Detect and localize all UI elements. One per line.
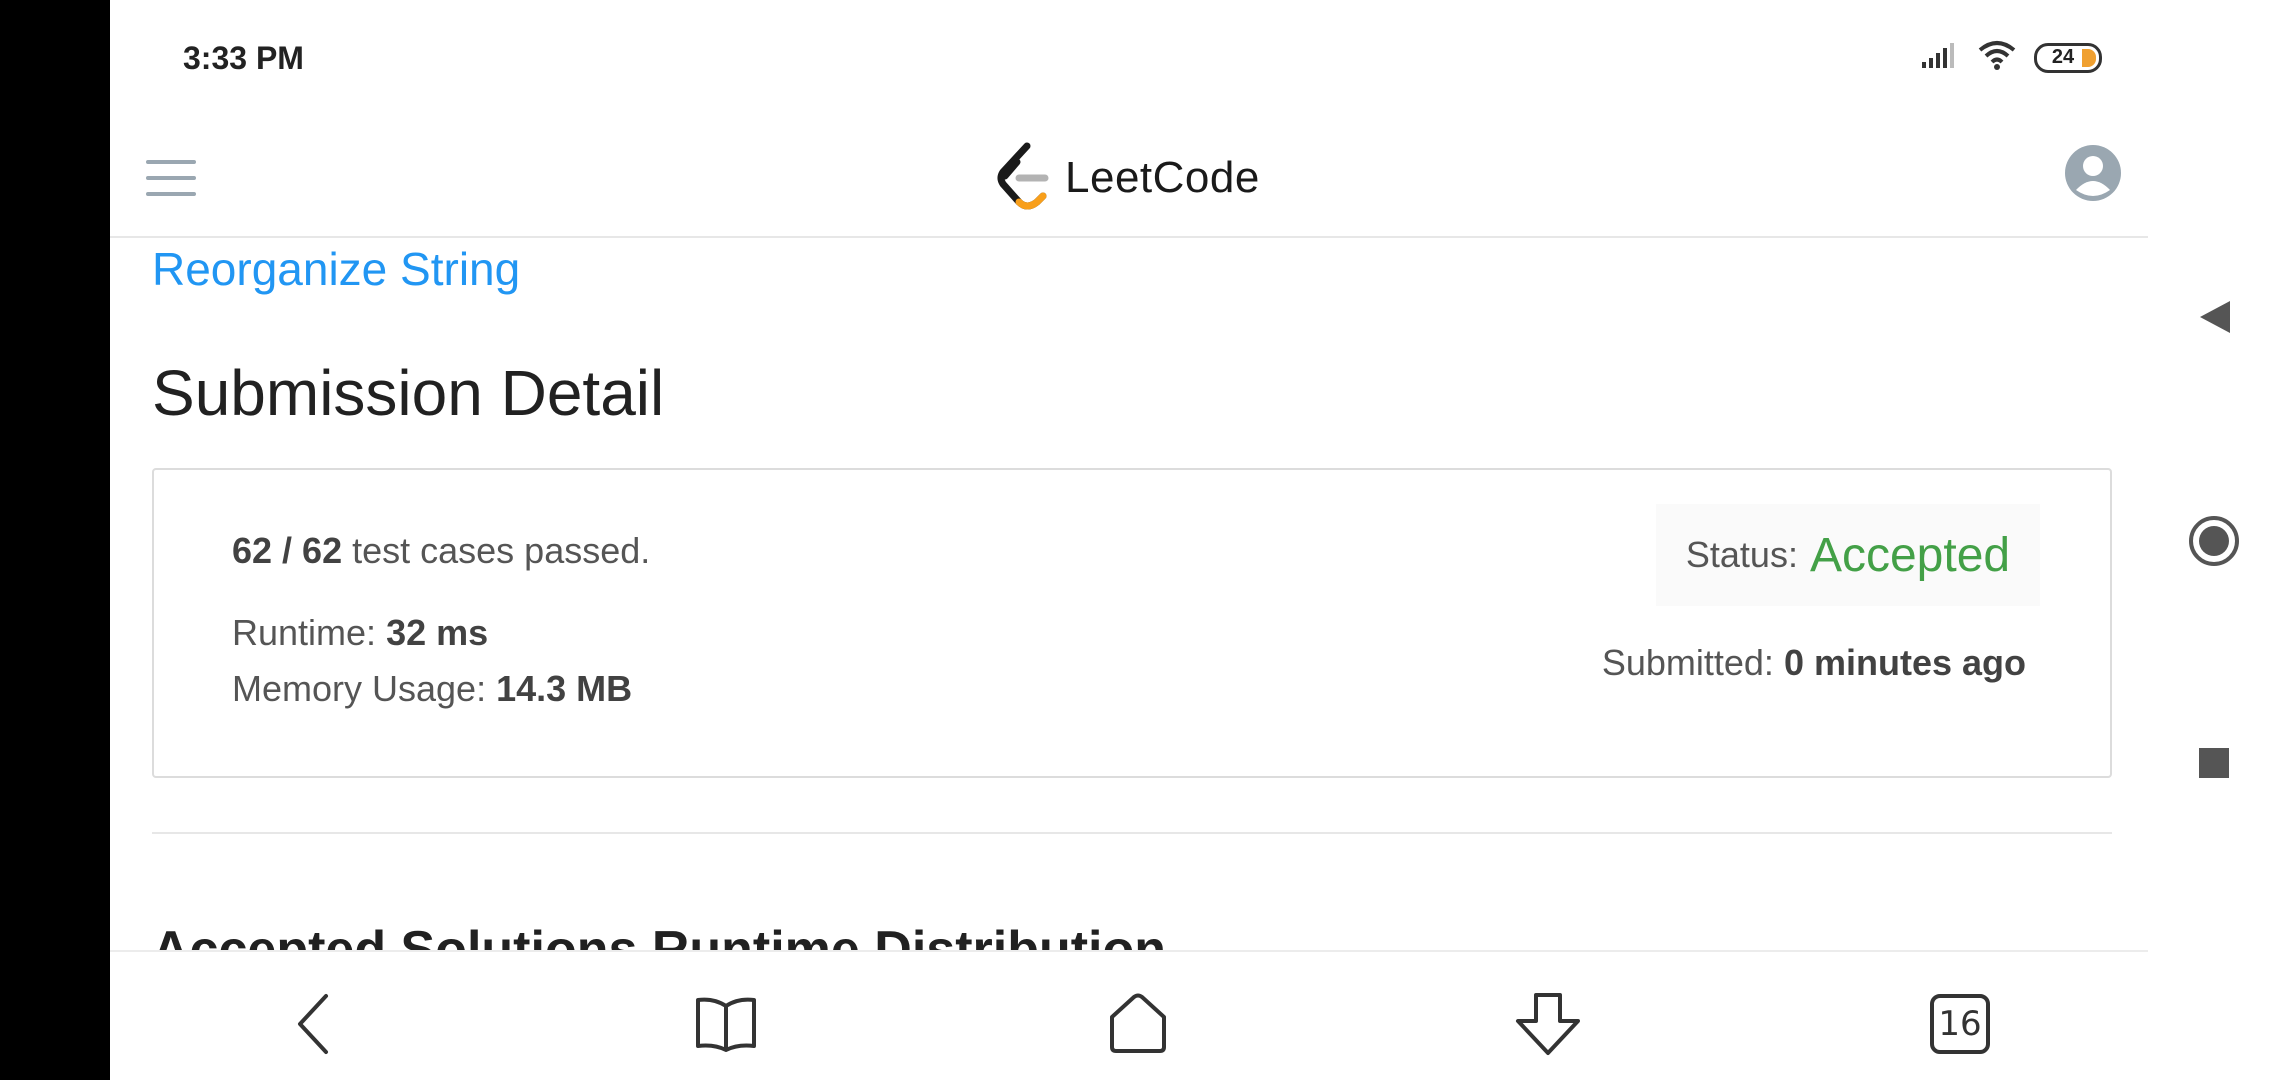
- runtime-value: 32 ms: [386, 612, 489, 653]
- battery-icon: 24: [2034, 42, 2102, 73]
- test-cases-count: 62 / 62: [232, 530, 343, 571]
- page-title: Submission Detail: [152, 357, 665, 429]
- user-icon: [2065, 145, 2121, 201]
- battery-level: 24: [2051, 46, 2075, 68]
- system-recents-button[interactable]: [2148, 718, 2280, 808]
- logo-text: LeetCode: [1065, 153, 1260, 202]
- downloads-button[interactable]: [1508, 984, 1588, 1064]
- runtime-label: Runtime:: [232, 612, 387, 653]
- leetcode-logo[interactable]: LeetCode: [997, 138, 1260, 218]
- circle-home-icon: [2189, 516, 2239, 566]
- hamburger-menu-button[interactable]: [146, 156, 198, 200]
- submitted-time-row: Submitted: 0 minutes ago: [1602, 642, 2026, 684]
- status-clock: 3:33 PM: [183, 40, 304, 76]
- tabs-icon: [1930, 994, 1990, 1054]
- test-cases-summary: 62 / 62 test cases passed.: [232, 530, 650, 572]
- section-divider: [152, 832, 2112, 834]
- tabs-button[interactable]: 16: [1920, 984, 2000, 1064]
- submitted-value: 0 minutes ago: [1783, 642, 2026, 683]
- download-arrow-icon: [1516, 993, 1580, 1055]
- status-box: Status: Accepted: [1656, 504, 2040, 606]
- submission-summary-card: 62 / 62 test cases passed. Runtime: 32 m…: [152, 468, 2112, 778]
- book-icon: [696, 997, 756, 1052]
- back-button[interactable]: [274, 984, 354, 1064]
- system-home-button[interactable]: [2148, 496, 2280, 586]
- square-recents-icon: [2199, 748, 2229, 778]
- memory-row: Memory Usage: 14.3 MB: [232, 668, 632, 710]
- triangle-back-icon: [2200, 301, 2230, 333]
- submitted-label: Submitted:: [1601, 642, 1784, 683]
- status-label: Status:: [1685, 534, 1798, 575]
- status-icons: 24: [1920, 40, 2102, 75]
- browser-bottom-toolbar: 16: [110, 950, 2148, 1080]
- screen: 3:33 PM 24 LeetCode Reorganize String Su…: [0, 0, 2280, 1080]
- signal-icon: [1920, 40, 1960, 75]
- memory-label: Memory Usage:: [232, 668, 497, 709]
- status-bar: 3:33 PM 24: [110, 0, 2148, 120]
- left-bezel: [0, 0, 110, 1080]
- runtime-row: Runtime: 32 ms: [232, 612, 488, 654]
- status-accepted-badge[interactable]: Accepted: [1810, 528, 2010, 583]
- main-content: Reorganize String Submission Detail 62 /…: [152, 238, 2112, 950]
- runtime-distribution-heading: Accepted Solutions Runtime Distribution: [152, 921, 1167, 950]
- leetcode-logo-icon: [997, 142, 1051, 215]
- system-back-button[interactable]: [2148, 272, 2280, 362]
- memory-value: 14.3 MB: [496, 668, 633, 709]
- site-header: LeetCode: [110, 120, 2148, 238]
- chevron-left-icon: [298, 994, 328, 1054]
- browser-viewport: 3:33 PM 24 LeetCode Reorganize String Su…: [110, 0, 2148, 1080]
- wifi-icon: [1978, 40, 2016, 75]
- system-navigation-bar: [2148, 0, 2280, 1080]
- problem-title-link[interactable]: Reorganize String: [152, 242, 520, 296]
- test-cases-suffix: test cases passed.: [342, 530, 651, 571]
- profile-avatar-button[interactable]: [2064, 144, 2122, 202]
- home-button[interactable]: [1098, 984, 1178, 1064]
- home-icon: [1110, 993, 1166, 1053]
- bookmarks-button[interactable]: [686, 984, 766, 1064]
